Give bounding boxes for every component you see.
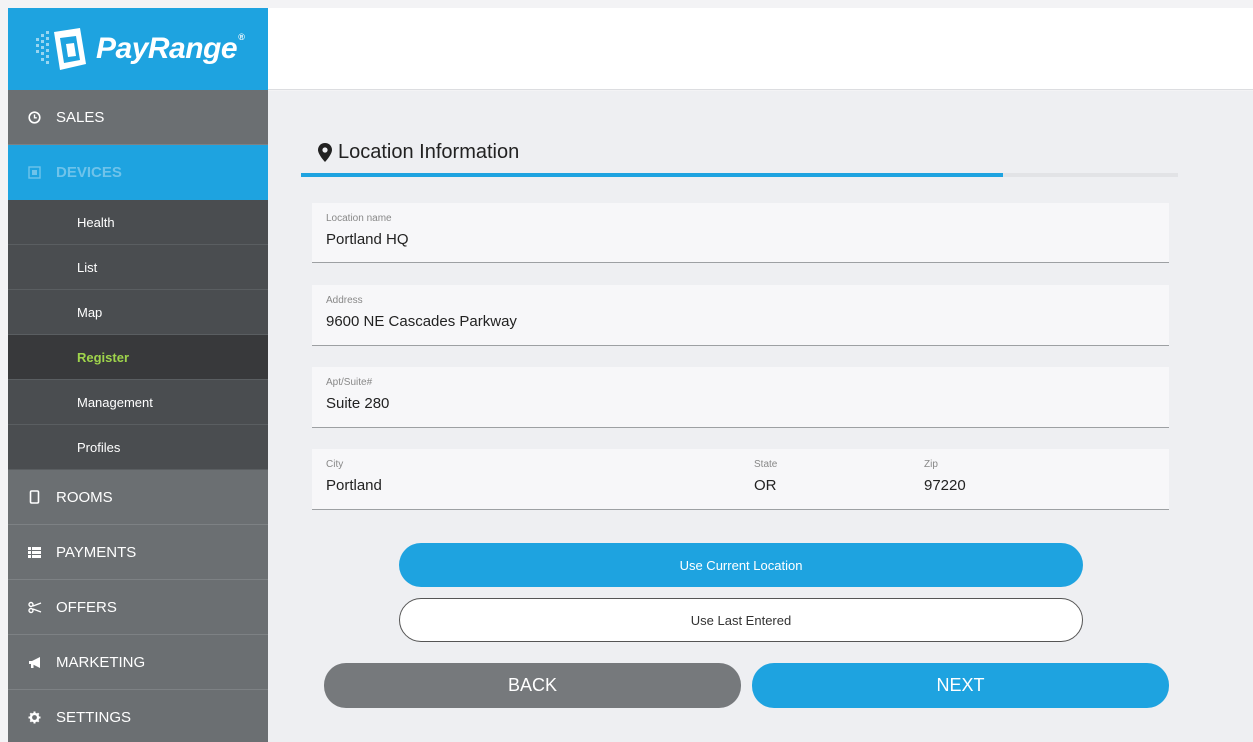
nav-offers-label: OFFERS: [56, 598, 117, 616]
zip-field[interactable]: Zip 97220: [910, 449, 1110, 509]
city-value[interactable]: Portland: [326, 477, 382, 494]
devices-submenu: Health List Map Register Management Prof…: [8, 200, 268, 470]
city-state-zip-row: City Portland State OR Zip 97220: [312, 449, 1169, 510]
nav-sales-label: SALES: [56, 108, 105, 126]
location-name-field[interactable]: Location name Portland HQ: [312, 203, 1169, 263]
state-field[interactable]: State OR: [740, 449, 910, 509]
section-title: Location Information: [318, 141, 519, 164]
nav-rooms-label: ROOMS: [56, 488, 113, 506]
megaphone-icon: [28, 656, 48, 669]
brand-name: PayRange®: [96, 32, 245, 65]
zip-label: Zip: [924, 459, 938, 470]
state-label: State: [754, 459, 778, 470]
main-content: Location Information Location name Portl…: [268, 91, 1253, 742]
sidebar-item-map[interactable]: Map: [8, 290, 268, 335]
address-value[interactable]: 9600 NE Cascades Parkway: [326, 313, 517, 330]
clock-icon: [28, 110, 48, 124]
city-field[interactable]: City Portland: [312, 449, 742, 509]
gear-icon: [28, 711, 48, 724]
zip-value[interactable]: 97220: [924, 477, 966, 494]
nav-settings[interactable]: SETTINGS: [8, 690, 268, 742]
location-name-label: Location name: [326, 213, 392, 224]
nav-settings-label: SETTINGS: [56, 708, 132, 726]
address-label: Address: [326, 295, 363, 306]
payrange-logo-icon: [36, 24, 94, 74]
map-pin-icon: [318, 143, 332, 162]
sidebar-item-health[interactable]: Health: [8, 200, 268, 245]
location-name-value[interactable]: Portland HQ: [326, 231, 409, 248]
back-button[interactable]: BACK: [324, 663, 741, 708]
nav-sales[interactable]: SALES: [8, 90, 268, 145]
section-title-text: Location Information: [338, 141, 520, 163]
nav-devices-label: DEVICES: [56, 163, 122, 181]
apt-suite-field[interactable]: Apt/Suite# Suite 280: [312, 367, 1169, 428]
sidebar-item-register[interactable]: Register: [8, 335, 268, 380]
nav-payments-label: PAYMENTS: [56, 543, 137, 561]
list-icon: [28, 546, 48, 559]
use-last-entered-button[interactable]: Use Last Entered: [399, 598, 1083, 642]
devices-icon: [28, 165, 48, 179]
offers-icon: [28, 601, 48, 614]
top-header: [268, 8, 1253, 90]
nav-rooms[interactable]: ROOMS: [8, 470, 268, 525]
logo[interactable]: PayRange®: [8, 8, 268, 90]
city-label: City: [326, 459, 344, 470]
progress-bar: [301, 173, 1178, 177]
nav-payments[interactable]: PAYMENTS: [8, 525, 268, 580]
sidebar-item-list[interactable]: List: [8, 245, 268, 290]
nav-offers[interactable]: OFFERS: [8, 580, 268, 635]
next-button[interactable]: NEXT: [752, 663, 1169, 708]
phone-icon: [28, 490, 48, 504]
sidebar-item-management[interactable]: Management: [8, 380, 268, 425]
nav-devices[interactable]: DEVICES: [8, 145, 268, 200]
progress-fill: [301, 173, 1003, 177]
nav-marketing-label: MARKETING: [56, 653, 146, 671]
address-field[interactable]: Address 9600 NE Cascades Parkway: [312, 285, 1169, 346]
nav-marketing[interactable]: MARKETING: [8, 635, 268, 690]
apt-suite-label: Apt/Suite#: [326, 377, 373, 388]
apt-suite-value[interactable]: Suite 280: [326, 395, 389, 412]
sidebar-item-profiles[interactable]: Profiles: [8, 425, 268, 470]
sidebar: PayRange® SALES DEVICES Health List Map …: [8, 8, 268, 742]
state-value[interactable]: OR: [754, 477, 777, 494]
use-current-location-button[interactable]: Use Current Location: [399, 543, 1083, 587]
